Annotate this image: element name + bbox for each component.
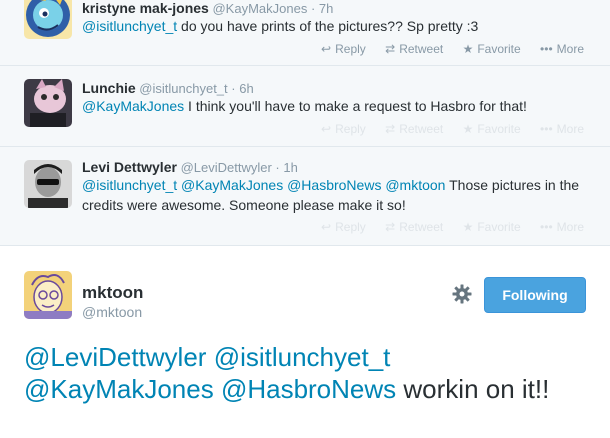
tweet-header: Lunchie @isitlunchyet_t · 6h (82, 80, 254, 96)
author-name[interactable]: kristyne mak-jones (82, 0, 209, 16)
timestamp[interactable]: 6h (239, 81, 253, 96)
main-tweet: mktoon @mktoon Following @LeviDettwyler … (0, 245, 610, 438)
mention-link[interactable]: @mktoon (385, 177, 445, 193)
tweet-header: Levi Dettwyler @LeviDettwyler · 1h (82, 159, 298, 175)
mention-link[interactable]: @KayMakJones (82, 98, 184, 114)
favorite-button[interactable]: ★ Favorite (463, 42, 521, 56)
mention-link[interactable]: @HasbroNews (287, 177, 381, 193)
retweet-button[interactable]: ⇄ Retweet (385, 220, 443, 234)
reply-button[interactable]: ↩ Reply (321, 42, 366, 56)
favorite-button[interactable]: ★ Favorite (463, 220, 521, 234)
reply-icon: ↩ (321, 220, 332, 234)
favorite-label: Favorite (477, 220, 521, 234)
author-name[interactable]: Lunchie (82, 80, 136, 96)
favorite-label: Favorite (477, 122, 521, 136)
favorite-button[interactable]: ★ Favorite (463, 122, 521, 136)
more-button[interactable]: ••• More (540, 122, 584, 136)
retweet-icon: ⇄ (385, 220, 396, 234)
more-dots-icon: ••• (540, 122, 553, 136)
tweet-text: @isitlunchyet_t @KayMakJones @HasbroNews… (82, 175, 582, 215)
separator: · (275, 160, 280, 175)
separator: · (310, 1, 316, 16)
tweet-text: @LeviDettwyler @isitlunchyet_t @KayMakJo… (24, 341, 584, 405)
tweet-body: do you have prints of the pictures?? Sp … (177, 18, 479, 34)
reply-icon: ↩ (321, 42, 332, 56)
retweet-button[interactable]: ⇄ Retweet (385, 122, 443, 136)
favorite-label: Favorite (477, 42, 521, 56)
reply-tweet: Lunchie @isitlunchyet_t · 6h @KayMakJone… (0, 66, 610, 147)
star-icon: ★ (462, 220, 474, 234)
avatar[interactable] (24, 0, 72, 39)
reply-icon: ↩ (321, 122, 332, 136)
author-username[interactable]: @isitlunchyet_t (139, 81, 227, 96)
more-label: More (556, 220, 584, 234)
mention-link[interactable]: @isitlunchyet_t (82, 177, 177, 193)
retweet-label: Retweet (399, 122, 444, 136)
retweet-button[interactable]: ⇄ Retweet (385, 42, 443, 56)
mention-link[interactable]: @LeviDettwyler (24, 342, 206, 372)
mention-link[interactable]: @KayMakJones (181, 177, 283, 193)
tweet-body: workin on it!! (396, 374, 550, 404)
more-button[interactable]: ••• More (540, 42, 584, 56)
following-button[interactable]: Following (484, 277, 586, 313)
tweet-actions: ↩ Reply ⇄ Retweet ★ Favorite ••• More (305, 220, 584, 234)
more-dots-icon: ••• (540, 42, 553, 56)
mention-link[interactable]: @isitlunchyet_t (82, 18, 177, 34)
avatar[interactable] (24, 160, 72, 208)
mention-link[interactable]: @isitlunchyet_t (214, 342, 391, 372)
retweet-label: Retweet (399, 42, 444, 56)
tweet-actions: ↩ Reply ⇄ Retweet ★ Favorite ••• More (305, 122, 584, 136)
reply-label: Reply (335, 220, 366, 234)
author-name[interactable]: Levi Dettwyler (82, 159, 177, 175)
more-label: More (556, 42, 584, 56)
tweet-text: @KayMakJones I think you'll have to make… (82, 96, 582, 116)
author-username[interactable]: @KayMakJones (212, 1, 307, 16)
author-username[interactable]: @mktoon (82, 304, 142, 320)
avatar[interactable] (24, 271, 72, 319)
tweet-actions: ↩ Reply ⇄ Retweet ★ Favorite ••• More (305, 42, 584, 56)
retweet-icon: ⇄ (385, 122, 396, 136)
reply-tweet: Levi Dettwyler @LeviDettwyler · 1h @isit… (0, 147, 610, 245)
reply-tweet: kristyne mak-jones @KayMakJones · 7h @is… (0, 0, 610, 66)
tweet-body: I think you'll have to make a request to… (184, 98, 527, 114)
timestamp[interactable]: 1h (283, 160, 297, 175)
reply-label: Reply (335, 122, 366, 136)
more-button[interactable]: ••• More (540, 220, 584, 234)
more-label: More (556, 122, 584, 136)
separator: · (231, 81, 236, 96)
mention-link[interactable]: @HasbroNews (221, 374, 396, 404)
retweet-label: Retweet (399, 220, 444, 234)
star-icon: ★ (462, 42, 474, 56)
avatar[interactable] (24, 79, 72, 127)
gear-icon[interactable] (451, 283, 473, 305)
reply-label: Reply (335, 42, 366, 56)
timestamp[interactable]: 7h (319, 1, 333, 16)
tweet-header: kristyne mak-jones @KayMakJones · 7h (82, 0, 333, 16)
mention-link[interactable]: @KayMakJones (24, 374, 214, 404)
reply-button[interactable]: ↩ Reply (321, 122, 366, 136)
reply-button[interactable]: ↩ Reply (321, 220, 366, 234)
author-username[interactable]: @LeviDettwyler (181, 160, 272, 175)
tweet-text: @isitlunchyet_t do you have prints of th… (82, 16, 582, 36)
reply-list: kristyne mak-jones @KayMakJones · 7h @is… (0, 0, 610, 245)
author-name[interactable]: mktoon (82, 283, 143, 303)
more-dots-icon: ••• (540, 220, 553, 234)
star-icon: ★ (462, 122, 474, 136)
retweet-icon: ⇄ (385, 42, 396, 56)
